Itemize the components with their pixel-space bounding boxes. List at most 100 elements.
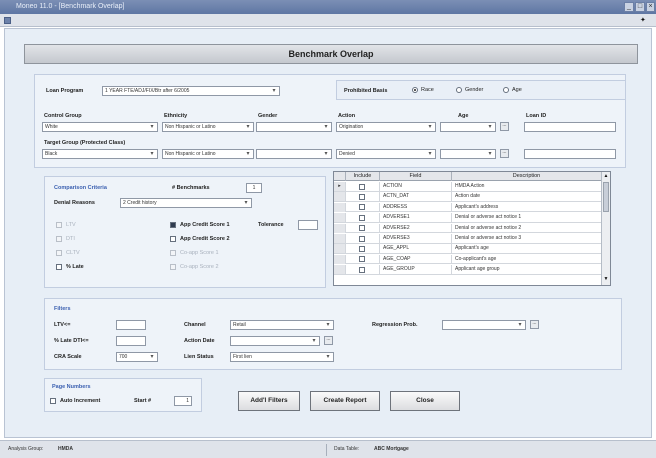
- coapp-score-2-checkbox[interactable]: [170, 264, 176, 270]
- row-selector[interactable]: [334, 265, 346, 275]
- target-ethnicity-select[interactable]: Non Hispanic or Latino: [162, 149, 254, 159]
- include-checkbox[interactable]: [359, 204, 365, 211]
- target-age-select[interactable]: [440, 149, 496, 159]
- control-loan-id-input[interactable]: [524, 122, 616, 132]
- control-group-select[interactable]: White: [42, 122, 158, 132]
- row-selector[interactable]: [334, 213, 346, 223]
- control-age-select[interactable]: [440, 122, 496, 132]
- analysis-group-value: HMDA: [58, 446, 73, 452]
- pin-icon[interactable]: ✦: [640, 16, 646, 24]
- control-age-more-button[interactable]: ...: [500, 122, 509, 131]
- start-number-input[interactable]: 1: [174, 396, 192, 406]
- target-action-select[interactable]: Denied: [336, 149, 436, 159]
- app-credit-score-1-checkbox[interactable]: [170, 222, 176, 228]
- description-cell: Denial or adverse act notice 2: [452, 223, 602, 233]
- action-label: Action: [338, 113, 356, 119]
- include-checkbox[interactable]: [359, 245, 365, 252]
- table-row[interactable]: AGE_COAP Co-applicant's age: [334, 254, 602, 265]
- window-title: Moneo 11.0 - [Benchmark Overlap]: [16, 3, 125, 10]
- denial-reasons-label: Denial Reasons: [54, 200, 95, 206]
- coapp-score-1-label: Co-app Score 1: [180, 250, 219, 256]
- close-window-button[interactable]: ×: [646, 2, 655, 12]
- scroll-down-icon[interactable]: ▼: [603, 276, 609, 283]
- regression-prob-label: Regression Prob.: [372, 322, 418, 328]
- app-menu-icon[interactable]: [4, 17, 11, 24]
- row-selector[interactable]: [334, 202, 346, 212]
- include-cell: [346, 192, 380, 202]
- control-action-select[interactable]: Origination: [336, 122, 436, 132]
- lien-status-select[interactable]: First lien: [230, 352, 334, 362]
- close-button[interactable]: Close: [390, 391, 460, 411]
- table-row[interactable]: AGE_APPL Applicant's age: [334, 244, 602, 254]
- target-age-more-button[interactable]: ...: [500, 149, 509, 158]
- row-selector[interactable]: [334, 254, 346, 264]
- minimize-button[interactable]: _: [624, 2, 634, 12]
- auto-increment-checkbox[interactable]: [50, 398, 56, 404]
- prohibited-basis-label: Prohibited Basis: [344, 88, 388, 94]
- late-dti-filter-input[interactable]: [116, 336, 146, 346]
- ltv-filter-input[interactable]: [116, 320, 146, 330]
- create-report-button[interactable]: Create Report: [310, 391, 380, 411]
- include-cell: [346, 223, 380, 233]
- analysis-group-label: Analysis Group:: [8, 446, 44, 452]
- target-group-select[interactable]: Black: [42, 149, 158, 159]
- race-radio[interactable]: [412, 87, 418, 93]
- denial-reasons-select[interactable]: 2 Credit history: [120, 198, 252, 208]
- row-selector[interactable]: [334, 234, 346, 243]
- target-gender-select[interactable]: [256, 149, 332, 159]
- cltv-checkbox[interactable]: [56, 250, 62, 256]
- data-table-label: Data Table:: [334, 446, 360, 452]
- pct-late-checkbox[interactable]: [56, 264, 62, 270]
- loan-program-label: Loan Program: [46, 88, 84, 94]
- include-checkbox[interactable]: [359, 214, 365, 221]
- grid-header: Include Field Description: [334, 172, 610, 181]
- tolerance-input[interactable]: [298, 220, 318, 230]
- grid-header-description[interactable]: Description: [452, 172, 602, 181]
- include-checkbox[interactable]: [359, 183, 365, 190]
- gender-radio[interactable]: [456, 87, 462, 93]
- target-loan-id-input[interactable]: [524, 149, 616, 159]
- table-row[interactable]: ADVERSE1 Denial or adverse act notice 1: [334, 213, 602, 223]
- control-group-label: Control Group: [44, 113, 82, 119]
- description-cell: Applicant's age: [452, 244, 602, 254]
- table-row[interactable]: ACTN_DAT Action date: [334, 192, 602, 202]
- control-ethnicity-select[interactable]: Non Hispanic or Latino: [162, 122, 254, 132]
- dti-checkbox[interactable]: [56, 236, 62, 242]
- channel-select[interactable]: Retail: [230, 320, 334, 330]
- table-row[interactable]: AGE_GROUP Applicant age group: [334, 265, 602, 275]
- regression-prob-select[interactable]: [442, 320, 526, 330]
- include-checkbox[interactable]: [359, 235, 365, 242]
- table-row[interactable]: ADVERSE3 Denial or adverse act notice 3: [334, 234, 602, 244]
- include-checkbox[interactable]: [359, 266, 365, 273]
- row-selector[interactable]: [334, 244, 346, 254]
- regression-prob-more-button[interactable]: ...: [530, 320, 539, 329]
- action-date-more-button[interactable]: ...: [324, 336, 333, 345]
- row-selector[interactable]: ▸: [334, 182, 346, 191]
- coapp-score-1-checkbox[interactable]: [170, 250, 176, 256]
- include-checkbox[interactable]: [359, 225, 365, 232]
- action-date-select[interactable]: [230, 336, 320, 346]
- benchmarks-input[interactable]: 1: [246, 183, 262, 193]
- age-radio[interactable]: [503, 87, 509, 93]
- scroll-thumb[interactable]: [603, 182, 609, 212]
- row-selector[interactable]: [334, 192, 346, 202]
- row-selector[interactable]: [334, 223, 346, 233]
- additional-filters-button[interactable]: Add'l Filters: [238, 391, 300, 411]
- app-credit-score-2-checkbox[interactable]: [170, 236, 176, 242]
- ltv-checkbox[interactable]: [56, 222, 62, 228]
- grid-vertical-scrollbar[interactable]: ▲ ▼: [601, 172, 610, 285]
- grid-header-include[interactable]: Include: [346, 172, 380, 181]
- include-checkbox[interactable]: [359, 256, 365, 263]
- description-cell: Action date: [452, 192, 602, 202]
- maximize-button[interactable]: □: [635, 2, 645, 12]
- loan-program-select[interactable]: 1 YEAR FTE/ADJ/FIX/Btr after 6/2005: [102, 86, 280, 96]
- include-checkbox[interactable]: [359, 193, 365, 200]
- table-row[interactable]: ▸ ACTION HMDA Action: [334, 182, 602, 192]
- cra-scale-select[interactable]: 700: [116, 352, 158, 362]
- scroll-up-icon[interactable]: ▲: [603, 173, 609, 180]
- grid-header-field[interactable]: Field: [380, 172, 452, 181]
- field-cell: ADVERSE1: [380, 213, 452, 223]
- table-row[interactable]: ADDRESS Applicant's address: [334, 202, 602, 213]
- control-gender-select[interactable]: [256, 122, 332, 132]
- table-row[interactable]: ADVERSE2 Denial or adverse act notice 2: [334, 223, 602, 234]
